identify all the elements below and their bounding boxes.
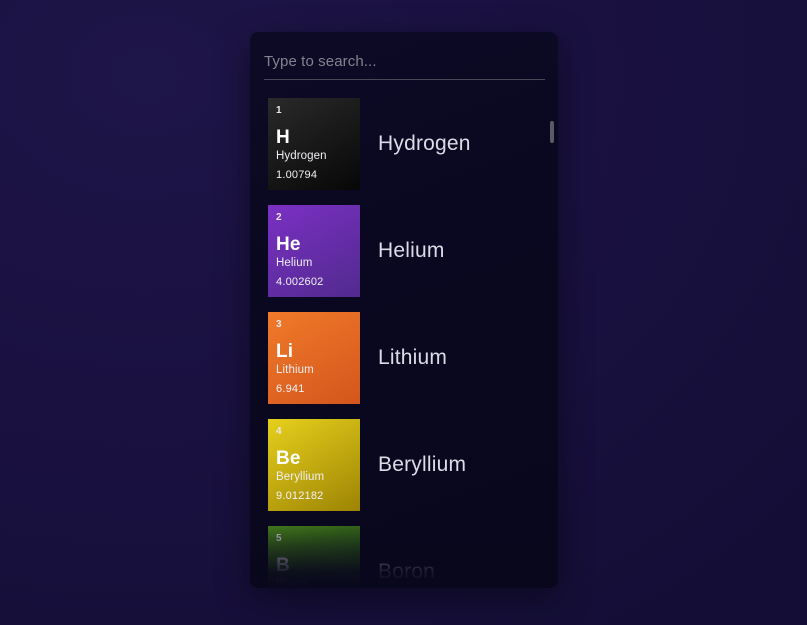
app-root: 1 H Hydrogen 1.00794 Hydrogen 2 He Helium 4.0026…: [0, 0, 807, 625]
element-symbol: Be: [276, 448, 301, 469]
element-symbol: He: [276, 234, 301, 255]
element-symbol: Li: [276, 341, 294, 362]
scrollbar-thumb[interactable]: [550, 121, 554, 143]
element-list-item-label: Boron: [378, 560, 436, 583]
element-number: 2: [276, 212, 282, 223]
element-list-item-label: Hydrogen: [378, 132, 471, 155]
element-symbol: B: [276, 555, 290, 576]
element-tile[interactable]: 2 He Helium 4.002602: [268, 205, 360, 297]
element-atomic-mass: 4.002602: [276, 276, 324, 288]
element-number: 3: [276, 319, 282, 330]
element-search-panel: 1 H Hydrogen 1.00794 Hydrogen 2 He Helium 4.0026…: [250, 32, 558, 588]
element-list-viewport[interactable]: 1 H Hydrogen 1.00794 Hydrogen 2 He Helium 4.0026…: [250, 85, 558, 588]
element-atomic-mass: 6.941: [276, 383, 305, 395]
element-name: Boron: [276, 578, 308, 588]
element-list-item[interactable]: 2 He Helium 4.002602 Helium: [250, 205, 558, 297]
element-name: Lithium: [276, 364, 314, 376]
element-list-item-label: Beryllium: [378, 453, 467, 476]
element-number: 5: [276, 533, 282, 544]
element-symbol: H: [276, 127, 290, 148]
element-list-item[interactable]: 3 Li Lithium 6.941 Lithium: [250, 312, 558, 404]
element-atomic-mass: 9.012182: [276, 490, 324, 502]
search-row: [250, 32, 558, 84]
element-name: Beryllium: [276, 471, 325, 483]
element-list-item[interactable]: 4 Be Beryllium 9.012182 Beryllium: [250, 419, 558, 511]
element-tile[interactable]: 1 H Hydrogen 1.00794: [268, 98, 360, 190]
element-list: 1 H Hydrogen 1.00794 Hydrogen 2 He Helium 4.0026…: [250, 85, 558, 588]
element-name: Helium: [276, 257, 313, 269]
element-number: 4: [276, 426, 282, 437]
element-name: Hydrogen: [276, 150, 327, 162]
search-underline: [264, 79, 545, 80]
element-list-item[interactable]: 5BBoron10.811Boron: [250, 526, 558, 588]
element-tile[interactable]: 4 Be Beryllium 9.012182: [268, 419, 360, 511]
search-input[interactable]: [264, 48, 544, 74]
scrollbar-track[interactable]: [549, 89, 555, 586]
element-list-item-label: Lithium: [378, 346, 448, 369]
element-atomic-mass: 1.00794: [276, 169, 318, 181]
element-list-item[interactable]: 1 H Hydrogen 1.00794 Hydrogen: [250, 98, 558, 190]
element-tile[interactable]: 3 Li Lithium 6.941: [268, 312, 360, 404]
element-tile[interactable]: 5BBoron10.811: [268, 526, 360, 588]
element-list-item-label: Helium: [378, 239, 445, 262]
element-number: 1: [276, 105, 282, 116]
